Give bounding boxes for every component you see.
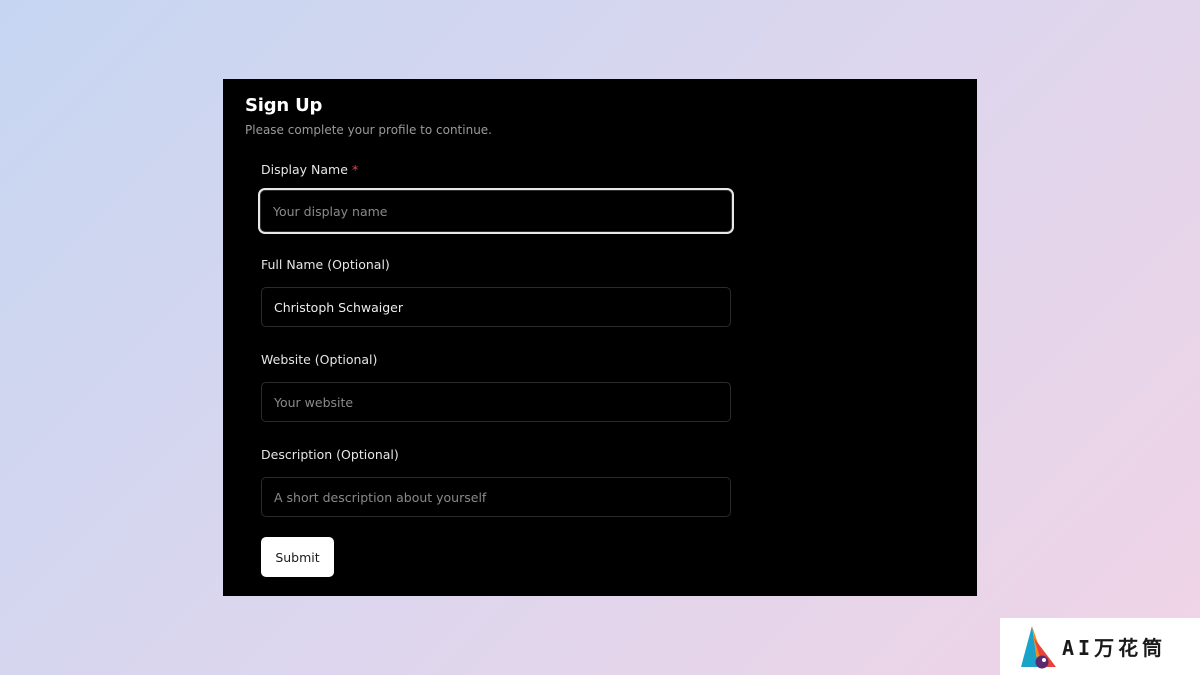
- submit-button[interactable]: Submit: [261, 537, 334, 577]
- description-field: Description (Optional): [261, 447, 731, 517]
- full-name-input[interactable]: [261, 287, 731, 327]
- website-label: Website (Optional): [261, 352, 378, 367]
- watermark: AI万花筒: [1000, 618, 1200, 675]
- kaleidoscope-logo-icon: [1021, 626, 1056, 669]
- page-subtitle: Please complete your profile to continue…: [245, 123, 492, 137]
- full-name-label: Full Name (Optional): [261, 257, 390, 272]
- signup-card: Sign Up Please complete your profile to …: [223, 79, 977, 596]
- display-name-label-text: Display Name: [261, 162, 348, 177]
- description-input[interactable]: [261, 477, 731, 517]
- full-name-field: Full Name (Optional): [261, 257, 731, 327]
- page-title: Sign Up: [245, 95, 323, 116]
- website-input[interactable]: [261, 382, 731, 422]
- display-name-field: Display Name *: [258, 162, 734, 234]
- required-marker: *: [351, 162, 359, 177]
- display-name-label: Display Name *: [261, 162, 731, 178]
- display-name-input[interactable]: [258, 188, 734, 234]
- description-label: Description (Optional): [261, 447, 399, 462]
- watermark-text: AI万花筒: [1062, 636, 1167, 660]
- website-field: Website (Optional): [261, 352, 731, 422]
